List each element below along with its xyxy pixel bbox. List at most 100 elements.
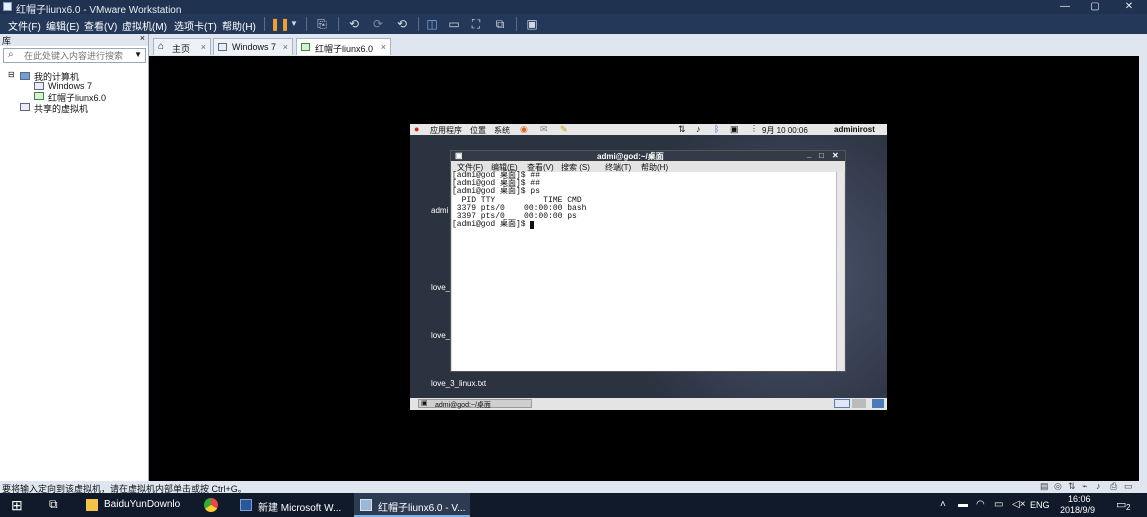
menu-tabs[interactable]: 选项卡(T) [174,18,217,33]
revert-snapshot-icon[interactable]: ⟳ [370,17,386,31]
console-scrollbar[interactable] [1139,56,1147,481]
show-library-icon[interactable]: ◫ [424,17,440,31]
snapshot-icon[interactable]: ⟲ [346,17,362,31]
windows-taskbar: ⊞ ⧉ BaiduYunDownlo 新建 Microsoft W... 红帽子… [0,493,1147,517]
guest-username[interactable]: adminirost [834,125,875,134]
menu-file[interactable]: 文件(F) [8,18,41,33]
notes-icon[interactable]: ✎ [560,124,568,135]
terminal-window: ▣ admi@god:~/桌面 _ □ ✕ 文件(F) 编辑(E) 查看(V) … [450,150,846,372]
toolbar-divider [516,17,517,31]
show-hidden-icons-icon[interactable]: ˄ [940,499,946,510]
terminal-scrollbar[interactable] [836,172,844,371]
hdd-icon[interactable]: ▤ [1040,481,1049,492]
taskbar-time[interactable]: 16:06 [1068,494,1091,504]
maximize-icon[interactable]: □ [819,151,824,160]
vm-running-icon [34,92,44,100]
console-view-icon[interactable]: ▣ [524,17,540,31]
close-icon[interactable]: × [201,42,206,52]
tree-shared-vms[interactable]: 共享的虚拟机 [34,102,88,115]
message-icon[interactable]: ▭ [1124,481,1133,492]
word-icon [240,499,252,511]
minimize-icon[interactable]: _ [807,150,811,159]
desktop-label-love2[interactable]: love_ [431,331,450,340]
shared-vm-icon [20,103,30,111]
search-icon: ⌕ [8,49,14,60]
thumbnail-bar-icon[interactable]: ▭ [446,17,462,31]
tree-item-windows7[interactable]: Windows 7 [48,81,92,91]
desktop-label-love1[interactable]: love_ [431,283,450,292]
taskbar-date[interactable]: 2018/9/9 [1060,505,1095,515]
library-search-input[interactable] [24,50,124,61]
terminal-icon: ▣ [455,151,463,160]
menu-help[interactable]: 帮助(H) [222,18,256,33]
guest-bottom-panel: ▣ admi@god:~/桌面 [410,398,887,410]
snapshot-manager-icon[interactable]: ⟲ [394,17,410,31]
library-close-icon[interactable]: × [140,33,145,43]
taskbar-item-vmware-label: 红帽子liunx6.0 - V... [378,503,466,514]
network-adapter-icon[interactable]: ⇅ [1068,481,1076,492]
desktop-label-admi[interactable]: admi [431,206,448,215]
guest-taskbar-terminal[interactable]: ▣ admi@god:~/桌面 [418,399,532,409]
bluetooth-icon[interactable]: ᛒ [714,124,719,134]
input-language[interactable]: ENG [1030,500,1050,510]
network-icon[interactable]: ⇅ [678,124,686,135]
terminal-title-bar[interactable]: ▣ admi@god:~/桌面 _ □ ✕ [451,150,845,161]
vmware-logo-icon [3,2,12,11]
usb-icon[interactable]: ⌁ [1082,481,1087,492]
menu-vm[interactable]: 虚拟机(M) [122,18,167,33]
tab-windows7[interactable]: Windows 7 × [213,38,293,55]
wifi-icon[interactable]: ◠ [976,499,985,510]
taskbar-item-vmware[interactable]: 红帽子liunx6.0 - V... [354,493,470,517]
cdrom-icon[interactable]: ◎ [1054,481,1062,492]
sound-card-icon[interactable]: ♪ [1096,481,1101,491]
close-icon[interactable]: × [381,42,386,52]
library-search-box: ⌕ ▼ [3,48,146,63]
workspace-2[interactable] [852,399,866,408]
vm-icon [34,82,44,90]
taskbar-item-baidu[interactable]: BaiduYunDownlo [80,493,192,517]
battery-icon[interactable]: ▭ [994,499,1003,510]
taskbar-item-chrome[interactable] [198,493,228,517]
workspace-1[interactable] [834,399,850,408]
collapse-icon[interactable]: ⊟ [8,70,15,79]
computer-icon [20,72,30,80]
home-icon: ⌂ [158,41,165,52]
tray-app-icon[interactable]: ▬ [958,499,968,510]
display-icon[interactable]: ▣ [730,124,739,135]
start-button[interactable]: ⊞ [0,493,36,517]
desktop-label-love3[interactable]: love_3_linux.txt [431,379,486,388]
search-dropdown-icon[interactable]: ▼ [134,50,142,59]
windows-logo-icon: ⊞ [11,497,23,513]
close-icon[interactable]: ✕ [832,151,839,160]
tab-home-label: 主页 [172,44,191,54]
chevron-down-icon[interactable]: ▼ [286,17,302,31]
volume-icon[interactable]: ♪ [696,124,701,134]
tab-home[interactable]: ⌂ 主页 × [153,38,211,55]
notification-icon[interactable]: ▭ [1116,498,1126,511]
trash-icon[interactable] [872,399,884,408]
close-icon[interactable]: × [283,42,288,52]
status-bar: 要将输入定向到该虚拟机，请在虚拟机内部单击或按 Ctrl+G。 ▤ ◎ ⇅ ⌁ … [0,481,1147,494]
tab-redhat[interactable]: 红帽子liunx6.0 × [296,38,391,55]
pause-icon[interactable]: ❚❚ [270,17,290,31]
firefox-icon[interactable]: ◉ [520,124,528,135]
maximize-button[interactable]: ▢ [1080,0,1110,14]
menu-view[interactable]: 查看(V) [84,18,117,33]
mail-icon[interactable]: ✉ [540,124,548,135]
terminal-cursor [530,221,535,230]
fullscreen-icon[interactable]: ⛶ [468,17,484,31]
taskbar-item-word[interactable]: 新建 Microsoft W... [234,493,350,517]
minimize-button[interactable]: — [1050,0,1080,14]
menu-edit[interactable]: 编辑(E) [46,18,79,33]
toolbar-divider [306,17,307,31]
toolbar-divider [338,17,339,31]
volume-mute-icon[interactable]: ◁× [1012,499,1026,510]
close-button[interactable]: ✕ [1114,0,1144,14]
send-ctrl-alt-del-icon[interactable]: ⎘ [314,17,330,31]
task-view-button[interactable]: ⧉ [38,493,74,517]
vmware-icon [360,499,372,511]
printer-icon[interactable]: ⎙ [1110,481,1117,492]
terminal-output[interactable]: [admi@god 桌面]$ ## [admi@god 桌面]$ ## [admi@… [452,171,836,371]
notification-count: 2 [1126,503,1131,512]
unity-icon[interactable]: ⧉ [492,17,508,31]
